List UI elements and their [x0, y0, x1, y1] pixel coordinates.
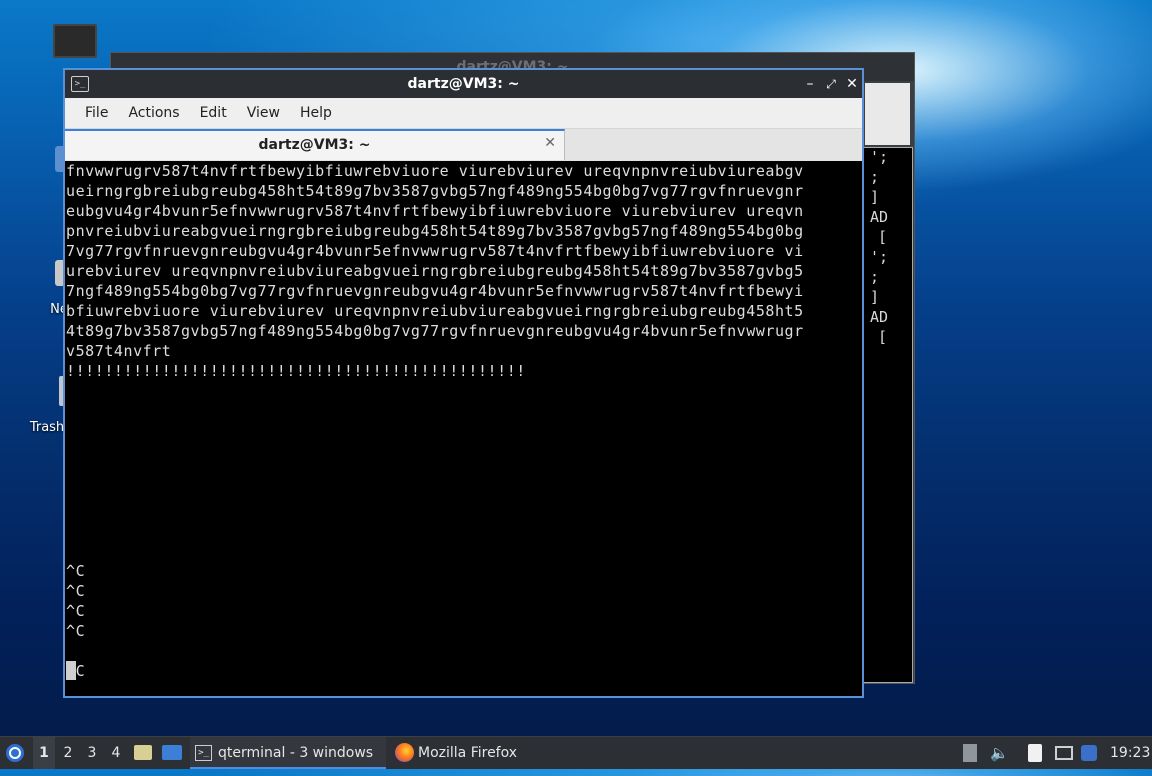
terminal-line: eubgvu4gr4bvunr5efnvwwrugrv587t4nvfrtfbe… — [66, 202, 804, 220]
terminal-line: fnvwwrugrv587t4nvfrtfbewyibfiuwrebviuore… — [66, 162, 804, 180]
file-manager-icon — [134, 745, 152, 760]
tray-notification-button[interactable] — [1081, 737, 1101, 769]
terminal-line: 7ngf489ng554bg0bg7vg77rgvfnruevgnreubgvu… — [66, 282, 804, 300]
file-manager-launcher[interactable] — [134, 737, 156, 769]
tab-bar: dartz@VM3: ~ ✕ — [65, 129, 862, 162]
minimize-button[interactable]: – — [801, 74, 819, 94]
close-button[interactable]: ✕ — [843, 74, 861, 94]
tab-label: dartz@VM3: ~ — [258, 137, 371, 153]
background-terminal-line: '; — [870, 148, 889, 166]
window-titlebar[interactable]: >_ dartz@VM3: ~ – ⤢ ✕ — [65, 70, 862, 98]
terminal-line: ^C — [66, 602, 86, 620]
firefox-icon — [395, 743, 414, 762]
show-desktop-launcher[interactable] — [162, 737, 184, 769]
background-terminal-line: ; — [870, 268, 880, 286]
tray-update-button[interactable] — [963, 737, 981, 769]
tab-terminal[interactable]: dartz@VM3: ~ ✕ — [65, 129, 565, 160]
taskbar: 1 2 3 4 >_ qterminal - 3 windows Mozilla… — [0, 736, 1152, 769]
background-terminal-line: AD — [870, 308, 889, 326]
close-tab-icon[interactable]: ✕ — [544, 135, 556, 151]
tray-clipboard-button[interactable] — [1028, 737, 1048, 769]
terminal-line: 7vg77rgvfnruevgnreubgvu4gr4bvunr5efnvwwr… — [66, 242, 804, 260]
close-icon: ✕ — [846, 76, 858, 92]
terminal-line: ^C — [66, 582, 86, 600]
start-menu-button[interactable] — [4, 737, 28, 769]
menu-bar: File Actions Edit View Help — [65, 98, 862, 129]
workspace-4[interactable]: 4 — [105, 737, 127, 769]
menu-file[interactable]: File — [75, 105, 118, 121]
network-icon — [1055, 746, 1073, 760]
task-label: Mozilla Firefox — [418, 745, 518, 761]
background-terminal-line: [ — [878, 228, 888, 246]
terminal-line: pnvreiubviureabgvueirngrgbreiubgreubg458… — [66, 222, 804, 240]
terminal-icon: >_ — [195, 745, 212, 761]
notification-icon — [1081, 745, 1097, 761]
window-title: dartz@VM3: ~ — [407, 76, 520, 92]
computer-icon — [53, 24, 97, 58]
lubuntu-start-icon — [6, 744, 24, 762]
maximize-button[interactable]: ⤢ — [822, 74, 840, 94]
background-terminal-line: ] — [870, 188, 880, 206]
task-firefox[interactable]: Mozilla Firefox — [390, 737, 540, 769]
terminal-line: ^C — [66, 562, 86, 580]
workspace-1[interactable]: 1 — [33, 737, 55, 769]
terminal-line: urebviurev ureqvnpnvreiubviureabgvueirng… — [66, 262, 804, 280]
show-desktop-icon — [162, 745, 182, 760]
terminal-line: v587t4nvfrt — [66, 342, 172, 360]
workspace-3[interactable]: 3 — [81, 737, 103, 769]
tray-volume-button[interactable]: 🔈 — [990, 737, 1010, 769]
menu-view[interactable]: View — [237, 105, 290, 121]
tray-network-button[interactable] — [1055, 737, 1077, 769]
terminal-line: 4t89g7bv3587gvbg57ngf489ng554bg0bg7vg77r… — [66, 322, 804, 340]
background-terminal-line: '; — [870, 248, 889, 266]
volume-icon: 🔈 — [990, 744, 1009, 762]
terminal-line: !!!!!!!!!!!!!!!!!!!!!!!!!!!!!!!!!!!!!!!!… — [66, 362, 526, 380]
background-terminal-line: [ — [878, 328, 888, 346]
terminal-window[interactable]: >_ dartz@VM3: ~ – ⤢ ✕ File Actions Edit … — [63, 68, 864, 698]
clipboard-icon — [1028, 744, 1042, 762]
background-terminal-line: ] — [870, 288, 880, 306]
background-terminal-area[interactable]: '; ; ] AD [ '; ; ] AD [ — [863, 147, 913, 683]
terminal-line: bfiuwrebviuore viurebviurev ureqvnpnvrei… — [66, 302, 804, 320]
terminal-output[interactable]: fnvwwrugrv587t4nvfrtfbewyibfiuwrebviuore… — [65, 161, 862, 696]
background-window-panel — [865, 83, 910, 145]
terminal-line: ^C — [66, 622, 86, 640]
menu-edit[interactable]: Edit — [190, 105, 237, 121]
task-qterminal[interactable]: >_ qterminal - 3 windows — [190, 737, 386, 769]
clock[interactable]: 19:23 — [1110, 737, 1150, 769]
task-label: qterminal - 3 windows — [218, 745, 374, 761]
terminal-cursor — [66, 661, 76, 680]
menu-help[interactable]: Help — [290, 105, 342, 121]
workspace-2[interactable]: 2 — [57, 737, 79, 769]
minimize-icon: – — [806, 76, 814, 92]
background-terminal-line: AD — [870, 208, 889, 226]
background-terminal-line: ; — [870, 168, 880, 186]
menu-actions[interactable]: Actions — [118, 105, 189, 121]
terminal-line: ueirngrgbreiubgreubg458ht54t89g7bv3587gv… — [66, 182, 804, 200]
update-icon — [963, 744, 977, 762]
maximize-icon: ⤢ — [826, 77, 836, 91]
